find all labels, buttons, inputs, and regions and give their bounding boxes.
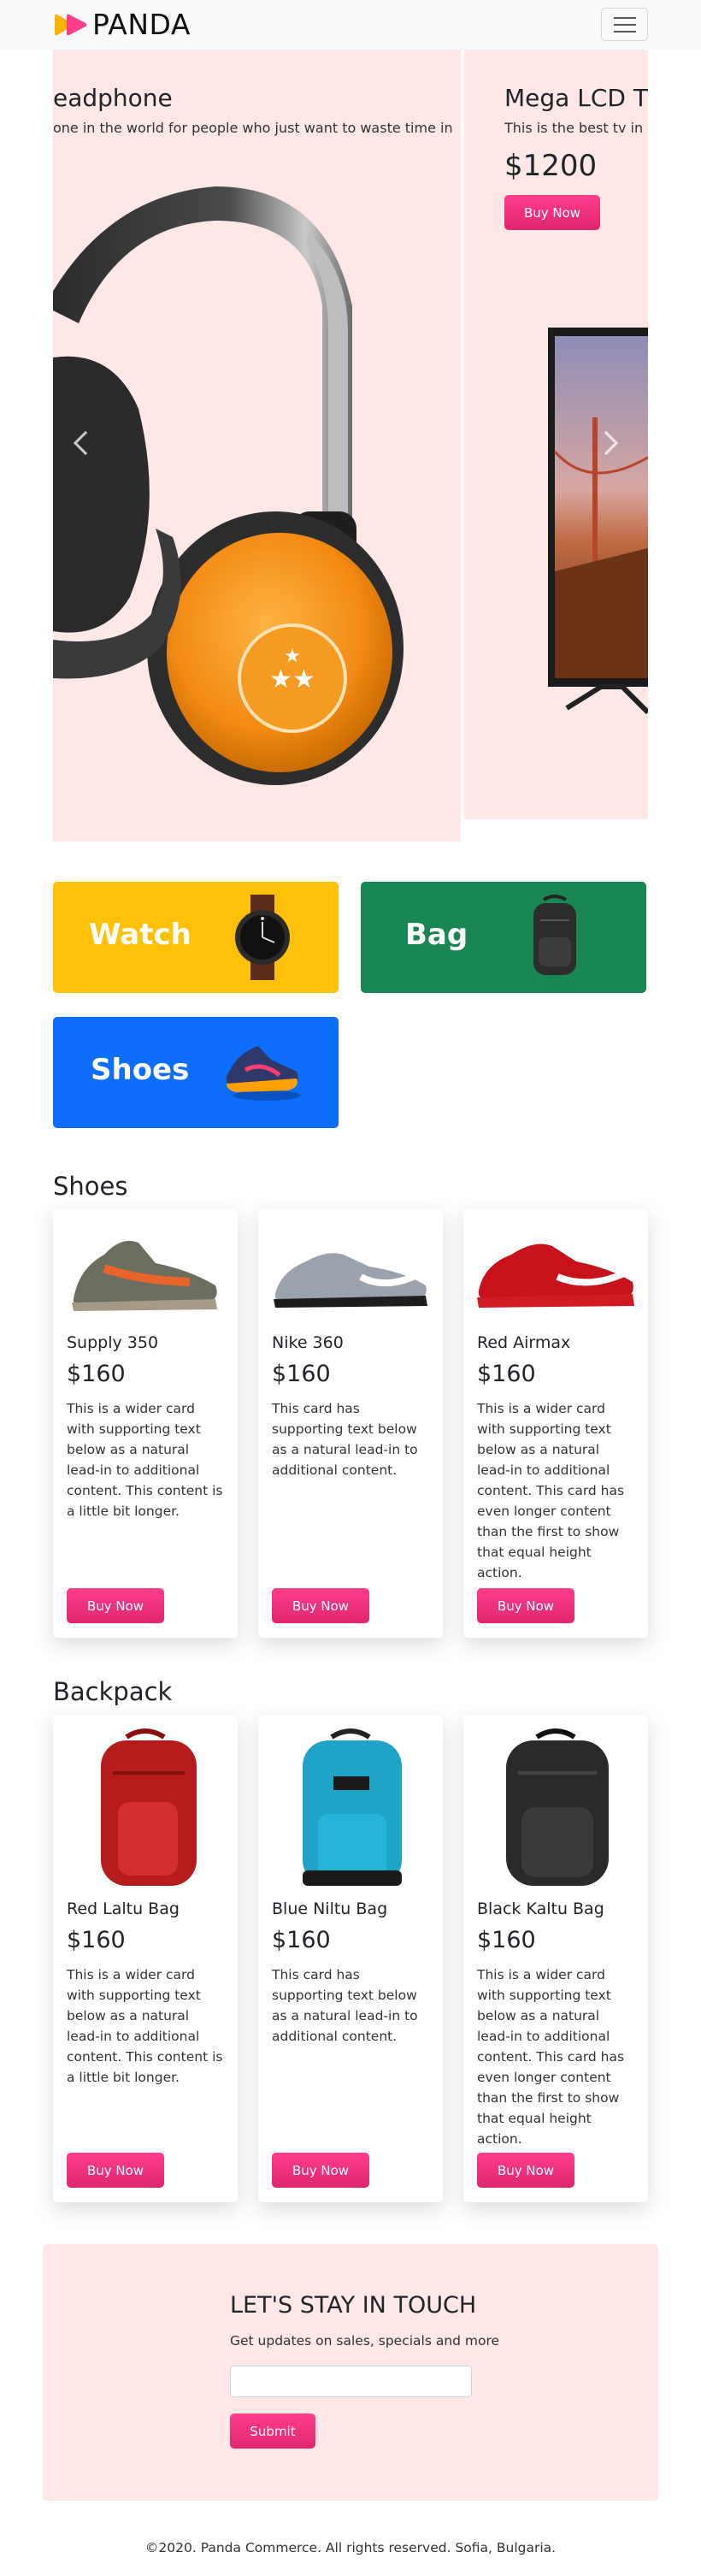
buy-now-button[interactable]: Buy Now: [67, 2153, 164, 2188]
product-name: Nike 360: [272, 1333, 344, 1352]
black-kaltu-bag-image: [506, 1728, 609, 1886]
product-card: Nike 360 $160 This card has supporting t…: [258, 1208, 443, 1638]
carousel-slide-lcd-tv: Mega LCD TV This is the best tv in the $…: [464, 50, 648, 819]
product-card: Black Kaltu Bag $160 This is a wider car…: [463, 1715, 648, 2202]
blue-niltu-bag-image: [303, 1728, 402, 1886]
buy-now-button[interactable]: Buy Now: [477, 2153, 574, 2188]
hamburger-menu-button[interactable]: [601, 8, 648, 41]
product-name: Red Laltu Bag: [67, 1900, 180, 1918]
product-card: Red Airmax $160 This is a wider card wit…: [463, 1208, 648, 1638]
buy-now-button[interactable]: Buy Now: [67, 1588, 164, 1623]
svg-text:★: ★: [284, 646, 301, 667]
panda-play-logo-icon: [53, 13, 89, 37]
category-label: Shoes: [91, 1053, 190, 1087]
footer-copyright: ©2020. Panda Commerce. All rights reserv…: [144, 2540, 557, 2555]
red-laltu-bag-image: [101, 1728, 197, 1886]
newsletter-section: LET'S STAY IN TOUCH Get updates on sales…: [43, 2244, 658, 2501]
product-name: Red Airmax: [477, 1333, 571, 1352]
hero-carousel: eadphone one in the world for people who…: [53, 50, 648, 842]
product-card: Supply 350 $160 This is a wider card wit…: [53, 1208, 238, 1638]
product-name: Blue Niltu Bag: [272, 1900, 388, 1918]
product-description: This is a wider card with supporting tex…: [477, 1967, 625, 2147]
shoes-section-title: Shoes: [53, 1172, 128, 1201]
product-price: $160: [272, 1361, 331, 1387]
product-price: $160: [477, 1927, 536, 1953]
supply-350-image: [72, 1240, 217, 1311]
category-label: Bag: [405, 918, 468, 952]
orange-headphones-image: ★★ ★: [53, 186, 404, 785]
product-description: This is a wider card with supporting tex…: [67, 1401, 223, 1519]
category-shoes[interactable]: Shoes: [53, 1017, 339, 1128]
hamburger-icon: [613, 16, 636, 19]
product-price: $160: [477, 1361, 536, 1387]
buy-now-button[interactable]: Buy Now: [272, 1588, 369, 1623]
svg-text:★★: ★★: [269, 665, 315, 694]
product-price: $160: [67, 1361, 126, 1387]
sneaker-icon: [226, 1046, 301, 1101]
category-bag[interactable]: Bag: [361, 882, 646, 993]
wristwatch-icon: [235, 895, 290, 980]
product-name: Black Kaltu Bag: [477, 1900, 604, 1918]
backpack-section-title: Backpack: [53, 1677, 173, 1706]
product-description: This card has supporting text below as a…: [272, 1401, 418, 1478]
product-description: This is a wider card with supporting tex…: [477, 1401, 625, 1580]
product-price: $160: [67, 1927, 126, 1953]
product-price: $160: [272, 1927, 331, 1953]
product-card: Red Laltu Bag $160 This is a wider card …: [53, 1715, 238, 2202]
brand-logo[interactable]: PANDA: [53, 10, 191, 39]
carousel-slide-headphone: eadphone one in the world for people who…: [53, 50, 461, 842]
category-background: [361, 882, 646, 993]
product-name: Supply 350: [67, 1333, 159, 1352]
buy-now-button[interactable]: Buy Now: [272, 2153, 369, 2188]
product-description: This card has supporting text below as a…: [272, 1967, 418, 2044]
backpack-icon: [533, 895, 576, 975]
submit-button[interactable]: Submit: [230, 2414, 315, 2449]
category-label: Watch: [89, 918, 191, 952]
brand-name: PANDA: [92, 8, 191, 41]
category-watch[interactable]: Watch: [53, 882, 339, 993]
product-card: Blue Niltu Bag $160 This card has suppor…: [258, 1715, 443, 2202]
lcd-tv-image: [548, 328, 648, 715]
buy-now-button[interactable]: Buy Now: [477, 1588, 574, 1623]
nike-360-image: [274, 1253, 427, 1308]
product-description: This is a wider card with supporting tex…: [67, 1967, 223, 2085]
red-airmax-image: [477, 1244, 634, 1308]
newsletter-title: LET'S STAY IN TOUCH: [230, 2292, 477, 2319]
newsletter-subtitle: Get updates on sales, specials and more: [230, 2333, 500, 2349]
navbar: PANDA: [0, 0, 701, 50]
newsletter-email-input[interactable]: [230, 2366, 472, 2397]
